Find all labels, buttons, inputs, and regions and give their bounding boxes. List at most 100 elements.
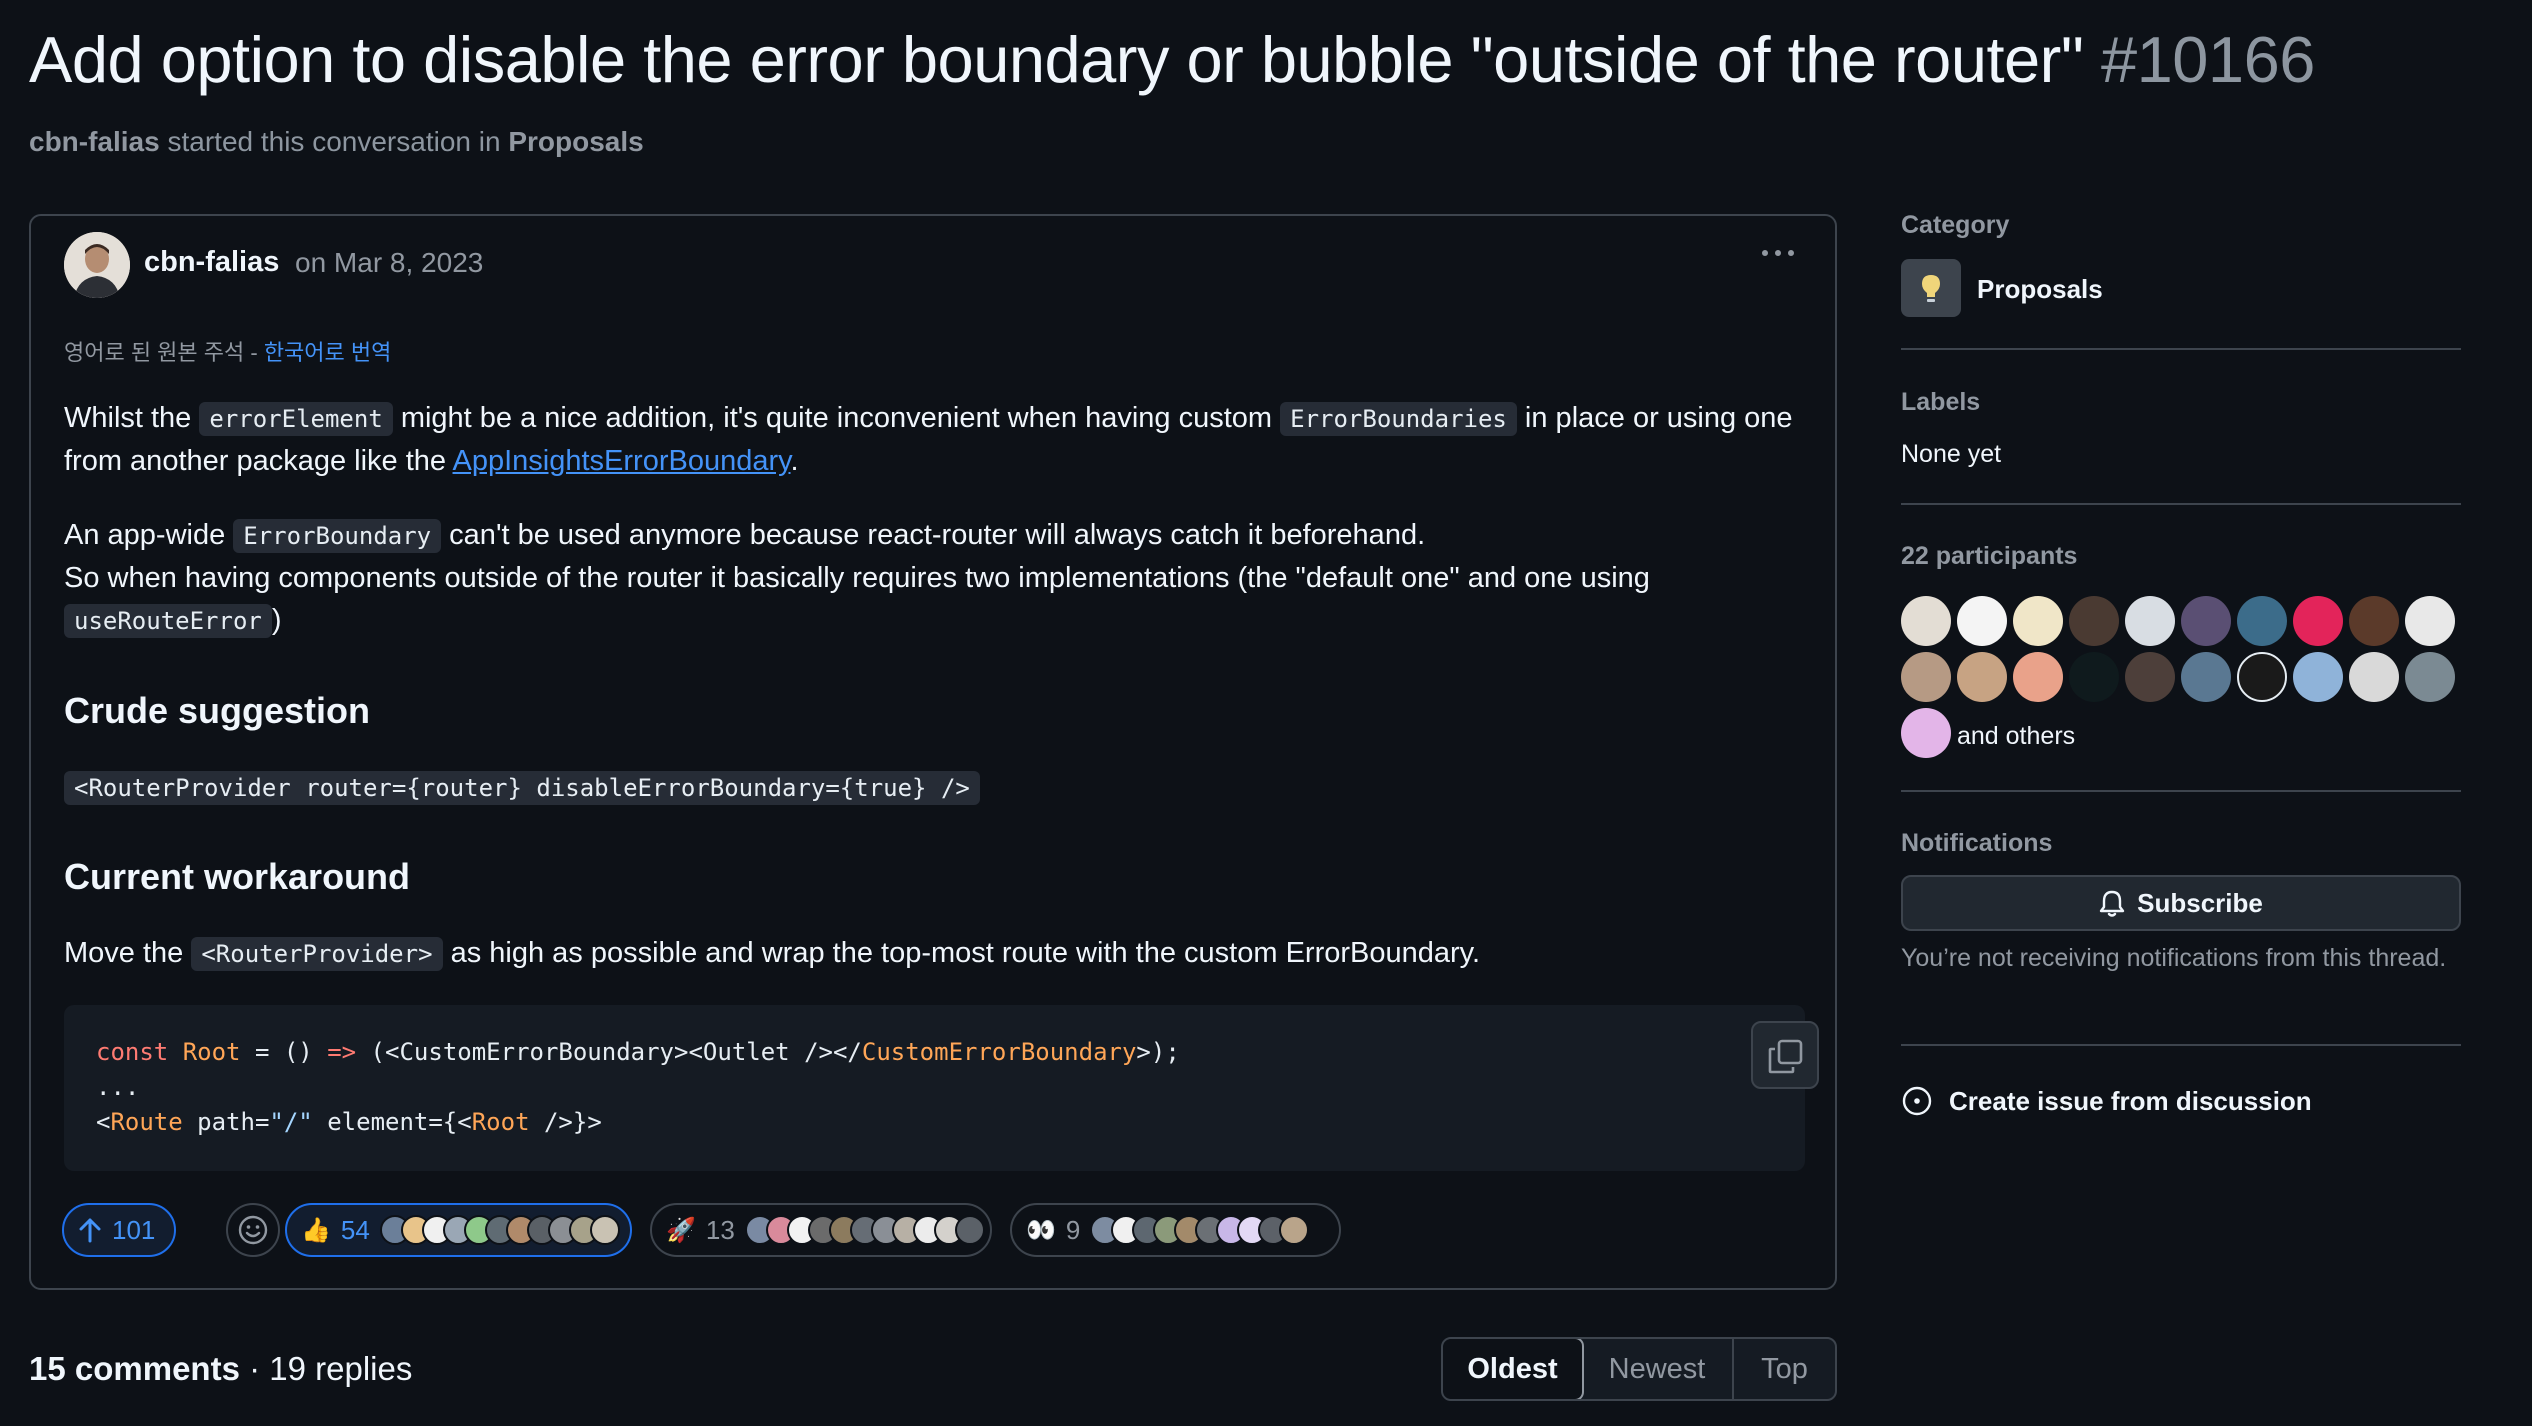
sort-top[interactable]: Top [1734,1339,1835,1399]
inline-code: errorElement [199,402,393,436]
comments-count: 15 comments · 19 replies [29,1350,412,1388]
participant-avatar[interactable] [1901,596,1951,646]
post-date[interactable]: on Mar 8, 2023 [295,247,483,279]
code-block: const Root = () => (<CustomErrorBoundary… [64,1005,1819,1171]
post-paragraph-3: Move the <RouterProvider> as high as pos… [64,932,1804,975]
participant-avatar[interactable] [1957,652,2007,702]
subscribe-label: Subscribe [2137,887,2263,918]
participant-avatar[interactable] [2125,596,2175,646]
subscribe-button[interactable]: Subscribe [1901,875,2461,931]
notification-status: You’re not receiving notifications from … [1901,944,2447,972]
text: ) [271,604,282,636]
participant-avatar[interactable] [2293,652,2343,702]
participant-avatar[interactable] [2181,596,2231,646]
notifications-label: Notifications [1901,829,2053,857]
sort-newest[interactable]: Newest [1582,1339,1734,1399]
rocket-count: 13 [705,1214,735,1245]
discussion-number: #10166 [2100,23,2315,96]
participant-avatar[interactable] [1901,652,1951,702]
discussion-post: cbn-falias on Mar 8, 2023 영어로 된 원본 주석 - … [29,214,1837,1290]
participant-avatar[interactable] [2405,596,2455,646]
participant-avatar[interactable] [1957,596,2007,646]
text: . [790,445,799,477]
post-author[interactable]: cbn-falias [144,246,279,279]
issue-opened-icon [1902,1086,1932,1116]
arrow-up-icon [79,1218,101,1243]
copy-icon[interactable] [1751,1021,1819,1089]
comments-number: 15 comments [29,1350,240,1387]
heading-workaround: Current workaround [64,856,411,897]
suggestion-code-line: <RouterProvider router={router} disableE… [64,766,1804,809]
heading-suggestion: Crude suggestion [64,690,371,731]
category-label: Category [1901,211,2010,239]
upvote-count: 101 [112,1214,156,1245]
sort-oldest[interactable]: Oldest [1443,1339,1584,1399]
inline-code: ErrorBoundary [233,519,442,553]
divider [1901,790,2461,792]
rocket-reaction[interactable]: 🚀 13 [650,1203,992,1257]
thumbs-up-icon: 👍 [301,1216,331,1244]
text: as high as possible and wrap the top-mos… [442,937,1481,969]
text: Whilst the [64,402,200,434]
rocket-icon: 🚀 [666,1216,696,1244]
and-others-link[interactable]: and others [1957,722,2075,751]
thumbs-up-count: 54 [340,1214,370,1245]
post-paragraph-2: An app-wide ErrorBoundary can't be used … [64,514,1804,642]
participant-avatar[interactable] [2069,652,2119,702]
eyes-reaction[interactable]: 👀 9 [1010,1203,1341,1257]
text: can't be used anymore because react-rout… [441,519,1426,551]
inline-code: ErrorBoundaries [1280,402,1517,436]
code-content: const Root = () => (<CustomErrorBoundary… [96,1038,1180,1136]
create-issue-label: Create issue from discussion [1949,1085,2312,1116]
lightbulb-icon [1901,259,1961,317]
divider [1901,348,2461,350]
category-name[interactable]: Proposals [1977,274,2103,305]
translate-link[interactable]: 한국어로 번역 [264,340,392,365]
participant-avatar[interactable] [2069,596,2119,646]
discussion-meta: cbn-falias started this conversation in … [29,126,644,158]
rocket-avatars [744,1215,985,1245]
participant-avatar[interactable] [2405,652,2455,702]
text: An app-wide [64,519,234,551]
suggestion-code: <RouterProvider router={router} disableE… [64,771,980,805]
upvote-button[interactable]: 101 [62,1203,176,1257]
divider [1901,503,2461,505]
labels-label: Labels [1901,388,1981,416]
eyes-icon: 👀 [1026,1216,1056,1244]
author-avatar[interactable] [64,232,130,298]
discussion-title: Add option to disable the error boundary… [29,22,2315,97]
divider [1901,1044,2461,1046]
add-reaction-button[interactable] [226,1203,280,1257]
appinsights-link[interactable]: AppInsightsErrorBoundary [453,445,791,477]
more-options-icon[interactable] [1753,238,1803,268]
replies-number: · 19 replies [239,1350,413,1387]
post-paragraph-1: Whilst the errorElement might be a nice … [64,397,1804,482]
eyes-avatars [1090,1215,1310,1245]
sort-toggle: Oldest Newest Top [1441,1337,1837,1401]
text: So when having components outside of the… [64,562,1650,594]
eyes-count: 9 [1065,1214,1081,1245]
translate-line: 영어로 된 원본 주석 - 한국어로 번역 [64,335,391,367]
inline-code: useRouteError [64,604,272,638]
participant-avatar[interactable] [2293,596,2343,646]
thumbs-up-reaction[interactable]: 👍 54 [285,1203,632,1257]
bell-icon [2099,890,2125,917]
started-text: started this conversation in [167,126,501,157]
smiley-icon [238,1215,268,1245]
participant-avatar[interactable] [2013,596,2063,646]
participant-avatar[interactable] [2181,652,2231,702]
category-link[interactable]: Proposals [508,126,643,157]
create-issue-button[interactable]: Create issue from discussion [1901,1085,2312,1117]
participant-avatar[interactable] [2349,652,2399,702]
participant-avatar[interactable] [2125,652,2175,702]
text: might be a nice addition, it's quite inc… [392,402,1281,434]
starter-link[interactable]: cbn-falias [29,126,160,157]
participant-avatar[interactable] [2237,596,2287,646]
text: Move the [64,937,192,969]
participant-avatar[interactable] [1901,708,1951,758]
thumbs-up-avatars [379,1215,620,1245]
participant-avatar[interactable] [2237,652,2287,702]
participant-avatar[interactable] [2013,652,2063,702]
participant-avatar[interactable] [2349,596,2399,646]
discussion-title-text: Add option to disable the error boundary… [29,23,2084,96]
